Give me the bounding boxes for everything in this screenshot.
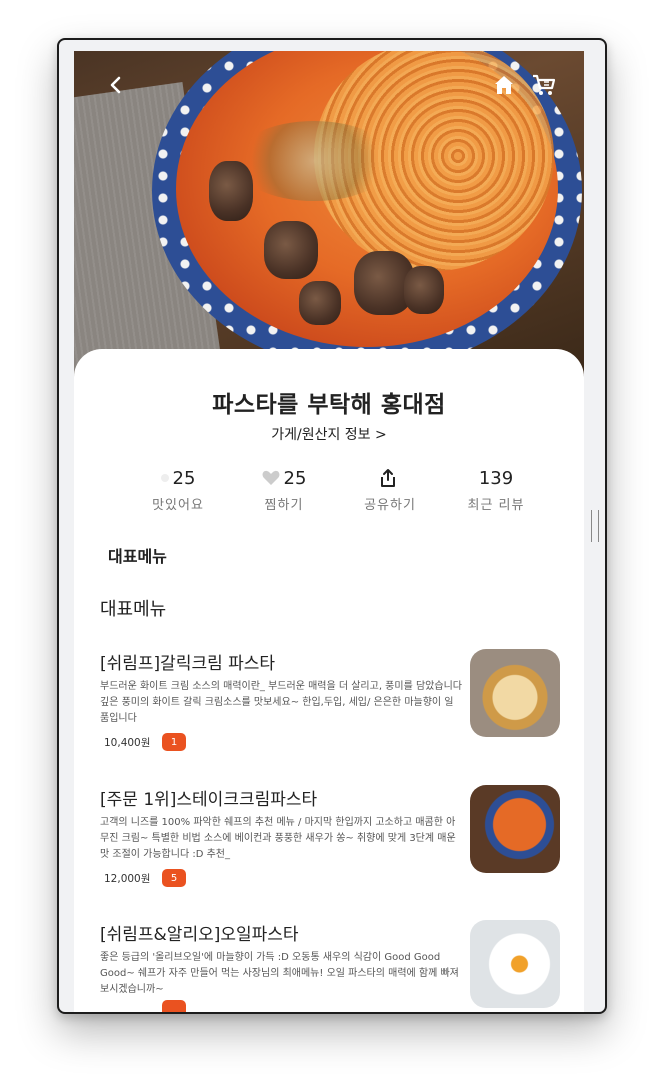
meat-graphic	[299, 281, 341, 325]
app-screen: 파스타를 부탁해 홍대점 가게/원산지 정보 > 25 맛있어요 25 찜하기	[74, 51, 584, 1012]
home-button[interactable]	[488, 69, 520, 101]
stat-reviews[interactable]: 139 최근 리뷰	[446, 466, 546, 514]
stat-share-label: 공유하기	[364, 498, 416, 513]
menu-item-photo	[470, 920, 560, 1008]
cart-button[interactable]	[528, 69, 560, 101]
menu-item-price: 12,000원	[104, 873, 151, 885]
cart-icon	[533, 74, 556, 95]
menu-item-description: 좋은 등급의 '올리브오일'에 마늘향이 가득 :D 오동통 새우의 식감이 G…	[100, 952, 459, 995]
menu-item-price: 10,400원	[104, 737, 151, 749]
stat-like[interactable]: 25 찜하기	[234, 466, 334, 513]
stat-tasty-value: 25	[172, 467, 196, 489]
home-icon	[495, 76, 513, 94]
store-name: 파스타를 부탁해 홍대점	[212, 392, 446, 418]
menu-item[interactable]: [쉬림프]갈릭크림 파스타 부드러운 화이트 크림 소스의 매력이란_ 부드러운…	[100, 649, 560, 759]
featured-tab-heading[interactable]: 대표메뉴	[108, 543, 167, 567]
stat-share[interactable]: 공유하기	[340, 466, 440, 513]
stat-like-value: 25	[283, 467, 307, 489]
share-icon	[381, 469, 395, 487]
stats-row: 25 맛있어요 25 찜하기 공유하기 139 최근 리뷰	[128, 466, 548, 516]
menu-item-badge: 1	[162, 733, 186, 751]
menu-item-photo	[470, 649, 560, 737]
hero-food-image	[74, 51, 584, 381]
stat-reviews-value: 139	[478, 467, 514, 489]
menu-item-description: 부드러운 화이트 크림 소스의 매력이란_ 부드러운 매력을 더 살리고, 풍미…	[100, 681, 462, 724]
dot-icon	[160, 474, 169, 482]
menu-item-photo	[470, 785, 560, 873]
back-icon	[110, 76, 121, 94]
menu-item-name: [쉬림프&알리오]오일파스타	[100, 925, 299, 945]
menu-item-name: [주문 1위]스테이크크림파스타	[100, 790, 318, 810]
menu-item-badge	[162, 1000, 186, 1012]
store-info-link[interactable]: 가게/원산지 정보 >	[74, 424, 584, 444]
phone-frame: 파스타를 부탁해 홍대점 가게/원산지 정보 > 25 맛있어요 25 찜하기	[57, 38, 607, 1014]
menu-section-heading: 대표메뉴	[100, 599, 167, 620]
stat-tasty[interactable]: 25 맛있어요	[128, 466, 228, 514]
herb-graphic	[234, 121, 394, 201]
meat-graphic	[404, 266, 444, 314]
menu-item-description: 고객의 니즈를 100% 파악한 쉐프의 추천 메뉴 / 마지막 한입까지 고소…	[100, 817, 456, 860]
meat-graphic	[264, 221, 318, 279]
back-button[interactable]	[100, 69, 132, 101]
menu-item-name: [쉬림프]갈릭크림 파스타	[100, 654, 276, 674]
menu-item[interactable]: [쉬림프&알리오]오일파스타 좋은 등급의 '올리브오일'에 마늘향이 가득 :…	[100, 920, 560, 1012]
stat-reviews-label: 최근 리뷰	[467, 498, 525, 513]
menu-item[interactable]: [주문 1위]스테이크크림파스타 고객의 니즈를 100% 파악한 쉐프의 추천…	[100, 785, 560, 895]
menu-item-badge: 5	[162, 869, 186, 887]
heart-icon	[262, 470, 279, 485]
stat-like-label: 찜하기	[264, 498, 304, 513]
store-detail-sheet: 파스타를 부탁해 홍대점 가게/원산지 정보 > 25 맛있어요 25 찜하기	[74, 349, 584, 1012]
scroll-handle[interactable]	[591, 510, 599, 542]
stat-tasty-label: 맛있어요	[152, 498, 204, 513]
